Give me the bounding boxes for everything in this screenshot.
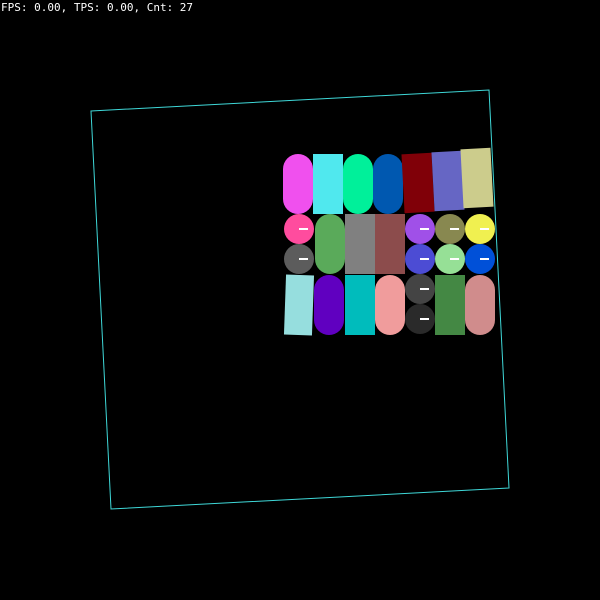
circle-body[interactable] — [435, 214, 465, 244]
capsule-body[interactable] — [373, 154, 403, 214]
bodies-layer — [283, 147, 495, 336]
circle-body[interactable] — [284, 214, 314, 244]
box-body[interactable] — [345, 214, 375, 274]
game-viewport[interactable]: FPS: 0.00, TPS: 0.00, Cnt: 27 — [0, 0, 600, 600]
capsule-body[interactable] — [315, 214, 345, 274]
circle-body[interactable] — [405, 244, 435, 274]
box-body[interactable] — [401, 152, 435, 214]
circle-body[interactable] — [465, 214, 495, 244]
capsule-body[interactable] — [465, 275, 495, 335]
capsule-body[interactable] — [343, 154, 373, 214]
box-body[interactable] — [460, 147, 494, 209]
circle-body[interactable] — [405, 214, 435, 244]
capsule-body[interactable] — [283, 154, 313, 214]
circle-body[interactable] — [435, 244, 465, 274]
circle-body[interactable] — [405, 304, 435, 334]
circle-body[interactable] — [405, 274, 435, 304]
box-body[interactable] — [375, 214, 405, 274]
capsule-body[interactable] — [375, 275, 405, 335]
circle-body[interactable] — [465, 244, 495, 274]
capsule-body[interactable] — [314, 275, 344, 335]
circle-body[interactable] — [284, 244, 314, 274]
box-body[interactable] — [435, 275, 465, 335]
box-body[interactable] — [313, 154, 343, 214]
physics-world[interactable] — [0, 0, 600, 600]
box-body[interactable] — [431, 150, 465, 212]
box-body[interactable] — [283, 274, 315, 336]
box-body[interactable] — [345, 275, 375, 335]
